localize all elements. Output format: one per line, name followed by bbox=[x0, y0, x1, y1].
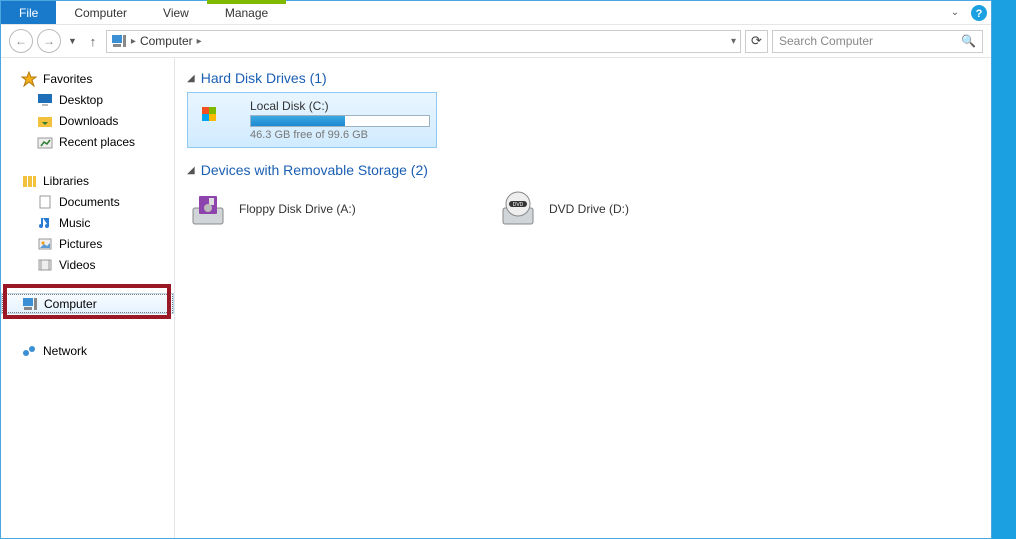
tab-file[interactable]: File bbox=[1, 1, 56, 24]
collapse-icon: ◢ bbox=[187, 73, 195, 84]
tab-manage[interactable]: Manage bbox=[207, 1, 286, 24]
sidebar-item-computer[interactable]: Computer bbox=[1, 293, 174, 314]
sidebar-item-label: Desktop bbox=[59, 93, 103, 107]
sidebar-item-label: Documents bbox=[59, 195, 120, 209]
refresh-button[interactable]: ⟳ bbox=[745, 30, 768, 53]
sidebar-item-recent-places[interactable]: Recent places bbox=[1, 131, 174, 152]
explorer-window: File Computer View Manage ⌄ ? ← → ▼ ↑ ▸ … bbox=[0, 0, 992, 539]
videos-icon bbox=[37, 257, 53, 273]
music-icon bbox=[37, 215, 53, 231]
computer-icon bbox=[111, 33, 127, 49]
sidebar-item-pictures[interactable]: Pictures bbox=[1, 233, 174, 254]
svg-text:DVD: DVD bbox=[513, 202, 524, 208]
back-button[interactable]: ← bbox=[9, 29, 33, 53]
sidebar-group-libraries[interactable]: Libraries bbox=[1, 170, 174, 191]
forward-button[interactable]: → bbox=[37, 29, 61, 53]
desktop-icon bbox=[37, 92, 53, 108]
sidebar-group-label: Favorites bbox=[43, 72, 92, 86]
sidebar-item-label: Network bbox=[43, 344, 87, 358]
sidebar-item-videos[interactable]: Videos bbox=[1, 254, 174, 275]
drive-dvd-d[interactable]: DVD DVD Drive (D:) bbox=[497, 188, 747, 230]
drive-name: Local Disk (C:) bbox=[250, 99, 430, 113]
storage-bar bbox=[250, 115, 430, 127]
sidebar-item-label: Downloads bbox=[59, 114, 118, 128]
recent-places-icon bbox=[37, 134, 53, 150]
sidebar-item-network[interactable]: Network bbox=[1, 340, 174, 361]
search-placeholder: Search Computer bbox=[779, 34, 873, 48]
expand-ribbon-icon[interactable]: ⌄ bbox=[943, 1, 967, 24]
drive-free-text: 46.3 GB free of 99.6 GB bbox=[250, 129, 430, 141]
tab-view[interactable]: View bbox=[145, 1, 207, 24]
section-removable-storage[interactable]: ◢ Devices with Removable Storage (2) bbox=[187, 162, 979, 178]
libraries-icon bbox=[21, 173, 37, 189]
chevron-right-icon[interactable]: ▸ bbox=[197, 36, 202, 47]
drive-name: DVD Drive (D:) bbox=[549, 202, 629, 216]
sidebar-item-label: Pictures bbox=[59, 237, 102, 251]
breadcrumb-segment[interactable]: Computer bbox=[140, 34, 193, 48]
collapse-icon: ◢ bbox=[187, 165, 195, 176]
sidebar-item-label: Recent places bbox=[59, 135, 135, 149]
search-box[interactable]: Search Computer 🔍 bbox=[772, 30, 983, 53]
documents-icon bbox=[37, 194, 53, 210]
drive-name: Floppy Disk Drive (A:) bbox=[239, 202, 356, 216]
section-hard-disk-drives[interactable]: ◢ Hard Disk Drives (1) bbox=[187, 70, 979, 86]
sidebar-item-downloads[interactable]: Downloads bbox=[1, 110, 174, 131]
floppy-disk-icon bbox=[187, 188, 229, 230]
ribbon: File Computer View Manage ⌄ ? bbox=[1, 1, 991, 25]
up-button[interactable]: ↑ bbox=[84, 32, 102, 50]
history-dropdown-icon[interactable]: ▼ bbox=[65, 36, 80, 46]
pictures-icon bbox=[37, 236, 53, 252]
help-icon[interactable]: ? bbox=[967, 1, 991, 24]
address-bar[interactable]: ▸ Computer ▸ ▾ bbox=[106, 30, 741, 53]
sidebar-item-music[interactable]: Music bbox=[1, 212, 174, 233]
dvd-drive-icon: DVD bbox=[497, 188, 539, 230]
chevron-right-icon: ▸ bbox=[131, 36, 136, 47]
sidebar-item-label: Music bbox=[59, 216, 90, 230]
sidebar-group-favorites[interactable]: Favorites bbox=[1, 68, 174, 89]
content-pane: ◢ Hard Disk Drives (1) Local Disk (C:) 4… bbox=[175, 58, 991, 538]
sidebar-group-label: Libraries bbox=[43, 174, 89, 188]
tab-computer[interactable]: Computer bbox=[56, 1, 145, 24]
svg-text:?: ? bbox=[976, 8, 983, 20]
sidebar-item-label: Videos bbox=[59, 258, 95, 272]
downloads-icon bbox=[37, 113, 53, 129]
sidebar-item-desktop[interactable]: Desktop bbox=[1, 89, 174, 110]
section-title: Hard Disk Drives (1) bbox=[201, 70, 327, 86]
sidebar-item-label: Computer bbox=[44, 297, 97, 311]
computer-icon bbox=[22, 296, 38, 312]
star-icon bbox=[21, 71, 37, 87]
sidebar-item-documents[interactable]: Documents bbox=[1, 191, 174, 212]
search-icon: 🔍 bbox=[961, 34, 976, 48]
section-title: Devices with Removable Storage (2) bbox=[201, 162, 428, 178]
address-dropdown-icon[interactable]: ▾ bbox=[731, 36, 736, 47]
navigation-bar: ← → ▼ ↑ ▸ Computer ▸ ▾ ⟳ Search Computer… bbox=[1, 25, 991, 58]
hard-disk-icon bbox=[198, 99, 240, 141]
network-icon bbox=[21, 343, 37, 359]
navigation-pane: Favorites Desktop Downloads Recent place… bbox=[1, 58, 175, 538]
drive-local-disk-c[interactable]: Local Disk (C:) 46.3 GB free of 99.6 GB bbox=[187, 92, 437, 148]
drive-floppy-a[interactable]: Floppy Disk Drive (A:) bbox=[187, 188, 437, 230]
